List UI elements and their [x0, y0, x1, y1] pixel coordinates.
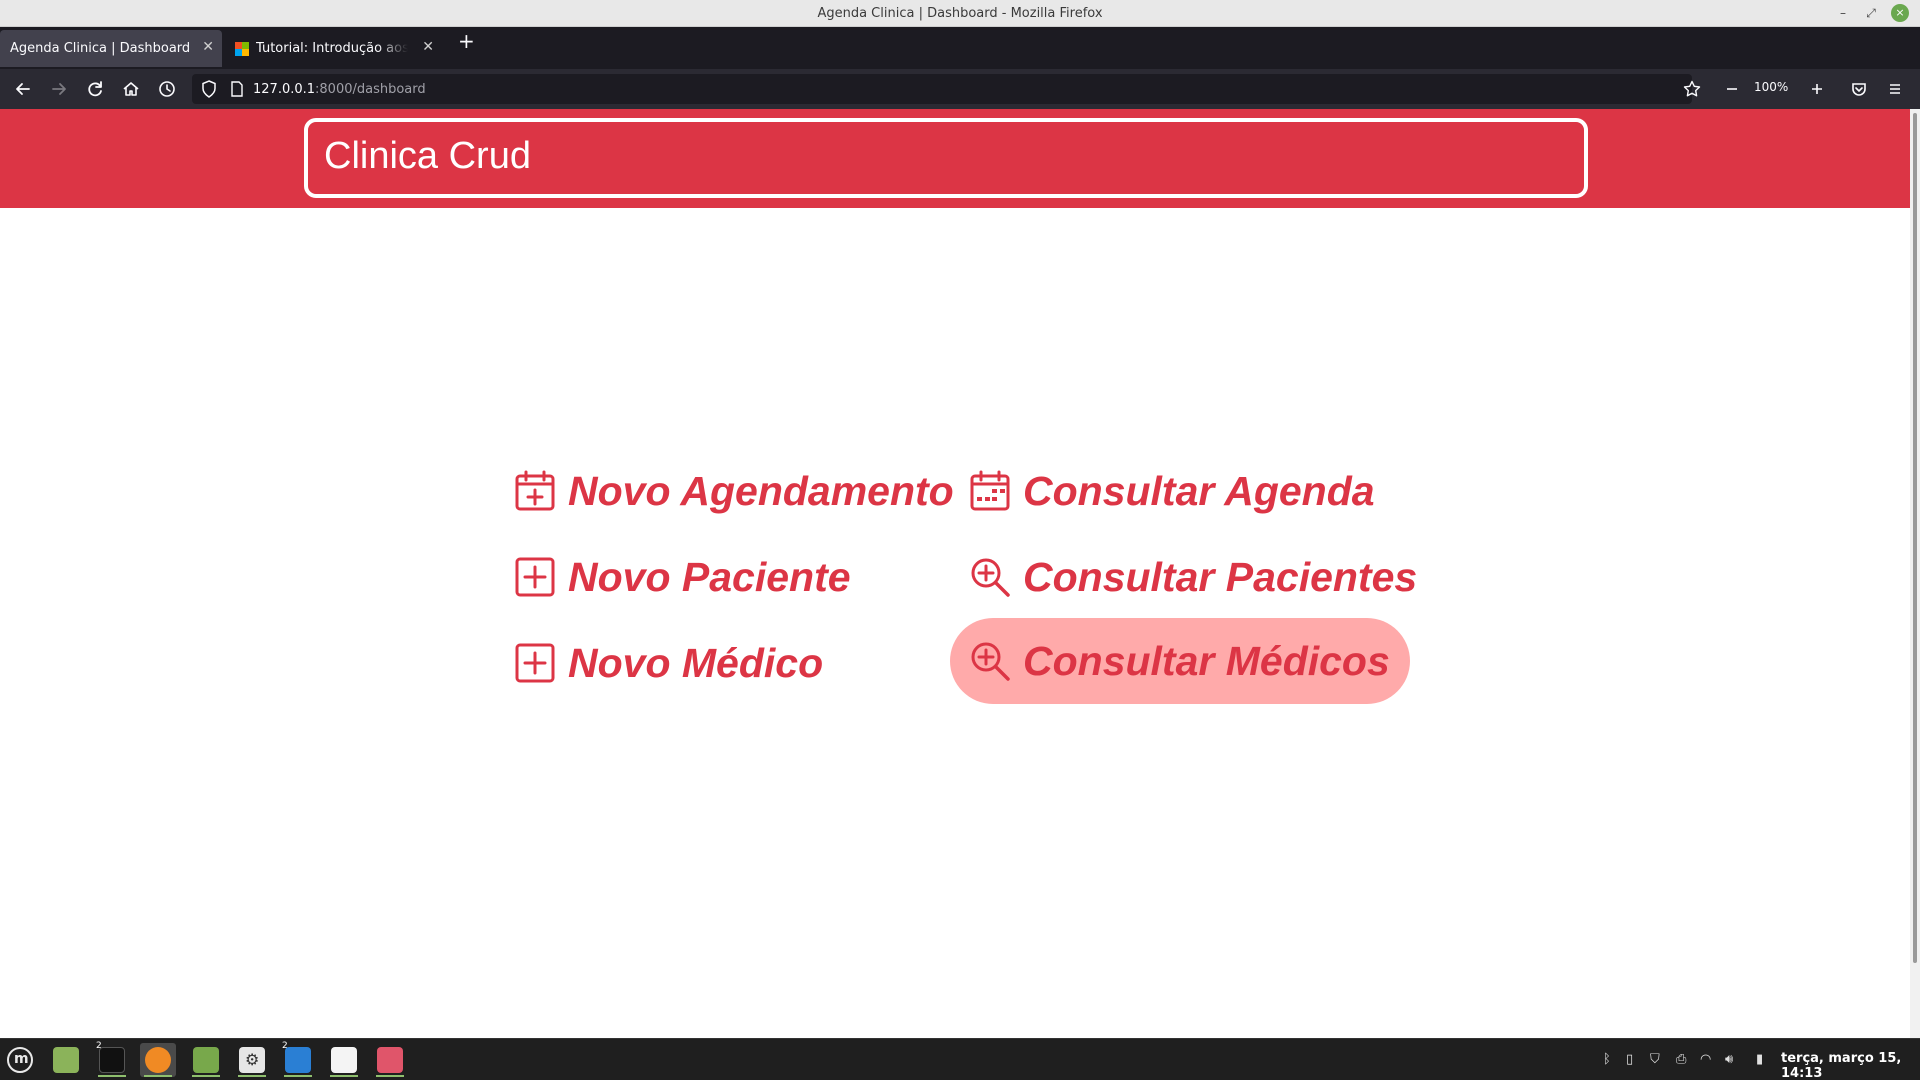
- history-icon[interactable]: [156, 78, 178, 100]
- terminal-icon[interactable]: 2: [94, 1041, 130, 1077]
- zoom-in-icon[interactable]: [1806, 78, 1828, 100]
- pocket-icon[interactable]: [1848, 78, 1870, 100]
- inkscape-icon[interactable]: [326, 1043, 362, 1077]
- menu-icon[interactable]: [1884, 78, 1906, 100]
- plus-square-icon: [515, 643, 555, 683]
- menu-consultar-pacientes[interactable]: Consultar Pacientes: [969, 534, 1417, 620]
- page-icon[interactable]: [228, 80, 246, 102]
- url-bar[interactable]: 127.0.0.1:8000/dashboard: [192, 74, 1701, 104]
- menu-consultar-medicos[interactable]: Consultar Médicos: [950, 618, 1410, 704]
- tab-close-icon[interactable]: ✕: [422, 39, 434, 55]
- menu-label: Novo Paciente: [568, 553, 851, 600]
- clipboard-icon[interactable]: ▯: [1626, 1052, 1633, 1067]
- page-header: Clinica Crud: [0, 109, 1910, 208]
- url-path: :8000/dashboard: [315, 82, 426, 97]
- page-scrollbar[interactable]: [1910, 109, 1920, 1038]
- files-icon[interactable]: [188, 1043, 224, 1077]
- zoom-level[interactable]: 100%: [1754, 80, 1788, 94]
- menu-novo-paciente[interactable]: Novo Paciente: [514, 534, 954, 620]
- wifi-icon[interactable]: ◠: [1700, 1052, 1711, 1067]
- show-desktop-icon[interactable]: [48, 1043, 84, 1077]
- reload-icon[interactable]: [84, 78, 106, 100]
- tab-agenda-clinica[interactable]: Agenda Clinica | Dashboard ✕: [0, 30, 222, 67]
- url-host: 127.0.0.1: [253, 82, 316, 97]
- plus-square-icon: [515, 557, 555, 597]
- back-arrow-icon[interactable]: [12, 78, 34, 100]
- tab-strip: Agenda Clinica | Dashboard ✕ Tutorial: I…: [0, 27, 1920, 69]
- bookmark-star-icon[interactable]: [1682, 79, 1702, 103]
- terminal-badge: 2: [96, 1041, 102, 1051]
- url-text[interactable]: 127.0.0.1:8000/dashboard: [253, 82, 426, 97]
- window-title: Agenda Clinica | Dashboard - Mozilla Fir…: [817, 6, 1103, 21]
- tab-label: Tutorial: Introdução aos aplicativos: [256, 41, 408, 56]
- maximize-button[interactable]: ⤢: [1862, 4, 1880, 22]
- shield-icon[interactable]: [199, 79, 219, 103]
- zoom-out-icon[interactable]: [1721, 78, 1743, 100]
- tab-tutorial[interactable]: Tutorial: Introdução aos aplicativos ✕: [226, 30, 442, 67]
- menu-novo-medico[interactable]: Novo Médico: [514, 620, 954, 706]
- menu-label: Consultar Agenda: [1023, 467, 1375, 514]
- update-shield-icon[interactable]: ⛉: [1650, 1052, 1660, 1067]
- mint-menu-icon[interactable]: m: [2, 1043, 38, 1077]
- image-viewer-icon[interactable]: [372, 1043, 408, 1077]
- calendar-week-icon: [970, 470, 1010, 511]
- volume-icon[interactable]: 🔊︎: [1725, 1052, 1733, 1067]
- menu-consultar-agenda[interactable]: Consultar Agenda: [969, 448, 1399, 534]
- minimize-button[interactable]: –: [1834, 4, 1852, 22]
- zoom-in-icon: [971, 642, 1010, 681]
- bluetooth-icon[interactable]: ᛒ: [1603, 1052, 1611, 1067]
- taskbar: m 2 ⚙ 2 ᛒ ▯ ⛉ ⎙ ◠ 🔊︎ ▮ terça, março 15,: [0, 1038, 1920, 1081]
- battery-icon[interactable]: ▮: [1756, 1052, 1763, 1067]
- taskbar-clock[interactable]: terça, março 15, 14:13: [1781, 1051, 1920, 1081]
- scrollbar-thumb[interactable]: [1913, 113, 1917, 963]
- close-window-button[interactable]: ×: [1891, 4, 1909, 22]
- calendar-plus-icon: [515, 470, 555, 511]
- vscode-badge: 2: [282, 1041, 288, 1051]
- page-content: Clinica Crud Novo Agendamento Consultar …: [0, 109, 1910, 1038]
- home-icon[interactable]: [120, 78, 142, 100]
- vscode-icon[interactable]: 2: [280, 1041, 316, 1077]
- printer-icon[interactable]: ⎙: [1676, 1052, 1686, 1067]
- new-tab-button[interactable]: +: [458, 29, 475, 53]
- zoom-in-icon: [971, 558, 1010, 597]
- menu-label: Novo Médico: [568, 639, 824, 686]
- menu-label: Novo Agendamento: [568, 467, 954, 514]
- window-titlebar: Agenda Clinica | Dashboard - Mozilla Fir…: [0, 0, 1920, 27]
- navigation-toolbar: 127.0.0.1:8000/dashboard 100%: [0, 69, 1920, 109]
- firefox-icon[interactable]: [140, 1043, 176, 1077]
- menu-novo-agendamento[interactable]: Novo Agendamento: [514, 448, 954, 534]
- brand-title[interactable]: Clinica Crud: [324, 135, 531, 178]
- menu-label: Consultar Pacientes: [1023, 553, 1418, 600]
- microsoft-logo-icon: [235, 42, 249, 56]
- tab-label: Agenda Clinica | Dashboard: [10, 41, 190, 56]
- brand-box: Clinica Crud: [304, 118, 1588, 198]
- settings-icon[interactable]: ⚙: [234, 1043, 270, 1077]
- tab-close-icon[interactable]: ✕: [202, 39, 214, 55]
- forward-arrow-icon[interactable]: [48, 78, 70, 100]
- menu-label: Consultar Médicos: [1023, 637, 1390, 684]
